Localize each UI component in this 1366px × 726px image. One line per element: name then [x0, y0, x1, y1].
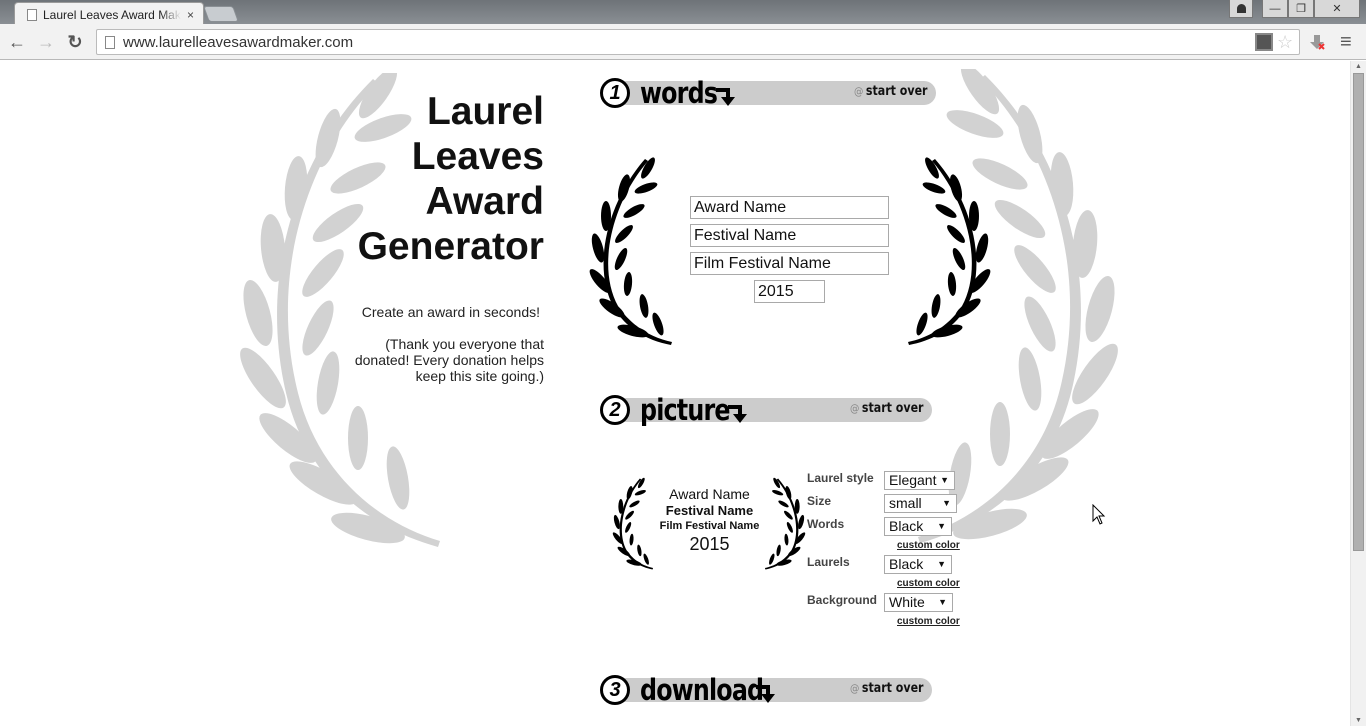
extension-shield-icon[interactable] [1255, 33, 1273, 51]
laurels-custom-color-link[interactable]: custom color [897, 578, 960, 589]
step-number: 2 [600, 395, 630, 425]
bookmark-star-icon[interactable]: ☆ [1277, 33, 1295, 51]
laurels-color-label: Laurels [807, 555, 850, 569]
scroll-thumb[interactable] [1353, 73, 1364, 551]
user-icon [1236, 4, 1246, 13]
tab-close-icon[interactable]: × [187, 8, 194, 22]
page-content: Laurel Leaves Award Generator Create an … [0, 61, 1350, 726]
title-line: Leaves [411, 135, 544, 178]
tagline: Create an award in seconds! [361, 304, 540, 320]
background-color-select[interactable]: White ▼ [884, 593, 953, 612]
laurel-right-icon [908, 156, 992, 345]
award-preview: Award Name Festival Name Film Festival N… [612, 476, 807, 571]
step-download-header: 3 download @ start over [600, 673, 932, 707]
restore-button[interactable]: ❐ [1288, 0, 1314, 18]
step-label: download [640, 673, 764, 707]
step-number: 3 [600, 675, 630, 705]
background-color-label: Background [807, 593, 878, 607]
preview-year: 2015 [689, 534, 730, 554]
dropdown-caret-icon: ▼ [942, 498, 951, 508]
title-line: Laurel [426, 90, 544, 133]
browser-tab[interactable]: Laurel Leaves Award Maker × [14, 2, 204, 26]
step-words-header: 1 words @ start over [600, 76, 936, 110]
restore-icon: ❐ [1296, 3, 1306, 15]
laurels-color-select[interactable]: Black ▼ [884, 555, 952, 574]
film-festival-name-input[interactable] [690, 252, 889, 275]
preview-award-name: Award Name [669, 486, 750, 502]
size-select[interactable]: small ▼ [884, 494, 957, 513]
dropdown-caret-icon: ▼ [938, 597, 947, 607]
vertical-scrollbar[interactable]: ▲ ▼ [1350, 61, 1366, 726]
donation-note: (Thank you everyone that donated! Every … [354, 336, 544, 384]
reload-button[interactable]: ↻ [65, 32, 85, 52]
browser-toolbar: ← → ↻ www.laurelleavesawardmaker.com ☆ ≡ [0, 24, 1366, 60]
at-icon: @ [850, 682, 860, 695]
page-icon [105, 35, 115, 49]
title-line: Generator [357, 225, 544, 268]
at-icon: @ [850, 402, 860, 415]
laurel-style-label: Laurel style [807, 471, 874, 485]
words-color-label: Words [807, 517, 845, 531]
minimize-button[interactable]: — [1262, 0, 1288, 18]
forward-button[interactable]: → [36, 32, 56, 52]
mouse-cursor-icon [1092, 504, 1106, 525]
reload-icon: ↻ [67, 32, 83, 52]
address-bar[interactable]: www.laurelleavesawardmaker.com [96, 29, 1300, 55]
dropdown-caret-icon: ▼ [937, 559, 946, 569]
url-text: www.laurelleavesawardmaker.com [123, 33, 354, 51]
turn-down-arrow-icon [716, 88, 735, 106]
scroll-down-arrow-icon[interactable]: ▼ [1355, 717, 1362, 724]
words-color-select[interactable]: Black ▼ [884, 517, 952, 536]
title-line: Award [425, 180, 545, 223]
close-icon: ✕ [1332, 3, 1342, 15]
user-profile-button[interactable] [1229, 0, 1253, 18]
scroll-up-arrow-icon[interactable]: ▲ [1355, 63, 1362, 70]
start-over-link[interactable]: @ start over [850, 401, 924, 416]
turn-down-arrow-icon [756, 685, 775, 703]
words-custom-color-link[interactable]: custom color [897, 540, 960, 551]
step-number: 1 [600, 78, 630, 108]
laurel-left-icon [589, 157, 672, 345]
back-button[interactable]: ← [7, 32, 27, 52]
back-arrow-icon: ← [8, 32, 26, 52]
turn-down-arrow-icon [728, 405, 747, 423]
at-icon: @ [854, 85, 864, 98]
step-picture-header: 2 picture @ start over [600, 393, 932, 427]
dropdown-caret-icon: ▼ [940, 475, 949, 485]
year-input[interactable] [754, 280, 825, 303]
preview-festival-name: Festival Name [665, 503, 754, 518]
step-label: words [640, 76, 718, 110]
start-over-link[interactable]: @ start over [850, 681, 924, 696]
preview-film-festival-name: Film Festival Name [659, 520, 760, 532]
background-custom-color-link[interactable]: custom color [897, 616, 960, 627]
page-icon [27, 8, 37, 21]
download-extension-icon[interactable] [1308, 33, 1326, 51]
size-label: Size [807, 494, 832, 508]
festival-name-input[interactable] [690, 224, 889, 247]
minimize-icon: — [1269, 2, 1281, 15]
new-tab-button[interactable] [203, 6, 239, 22]
forward-arrow-icon: → [37, 32, 55, 52]
award-name-input[interactable] [690, 196, 889, 219]
menu-icon[interactable]: ≡ [1340, 32, 1358, 52]
close-window-button[interactable]: ✕ [1314, 0, 1360, 18]
start-over-link[interactable]: @ start over [854, 84, 928, 99]
step-label: picture [640, 393, 731, 427]
dropdown-caret-icon: ▼ [937, 521, 946, 531]
laurel-style-select[interactable]: Elegant ▼ [884, 471, 955, 490]
page-title: Laurel Leaves Award Generator [358, 89, 544, 269]
tab-title: Laurel Leaves Award Maker [43, 7, 181, 22]
